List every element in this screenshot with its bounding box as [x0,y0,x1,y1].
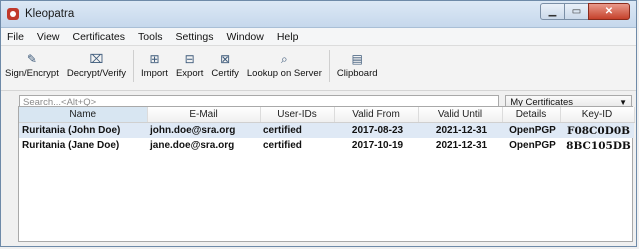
maximize-button[interactable]: ▭ [564,3,589,20]
clipboard-icon: ▤ [351,52,363,66]
toolbar-separator [133,50,135,82]
cell-key-id: 8BC105DB [566,139,631,152]
title-bar[interactable]: Kleopatra ▁ ▭ ✕ [1,1,636,28]
cell-user-ids: certified [263,140,302,151]
sign-encrypt-button[interactable]: ✎ Sign/Encrypt [1,50,63,79]
menu-help[interactable]: Help [271,31,306,43]
menu-tools[interactable]: Tools [132,31,170,43]
sign-encrypt-icon: ✎ [26,52,37,66]
import-label: Import [141,68,168,79]
menu-file[interactable]: File [1,31,31,43]
certificate-table: Name E-Mail User-IDs Valid From Valid Un… [18,106,635,242]
clipboard-button[interactable]: ▤ Clipboard [333,50,382,79]
menu-bar: File View Certificates Tools Settings Wi… [1,28,636,46]
cell-key-id: F08C0D0B [560,122,634,138]
column-header-email[interactable]: E-Mail [147,107,261,123]
cell-valid-from: 2017-10-19 [351,140,404,151]
minimize-button[interactable]: ▁ [540,3,565,20]
cell-details: OpenPGP [509,140,556,151]
lookup-on-server-label: Lookup on Server [246,68,322,79]
close-button[interactable]: ✕ [588,3,630,20]
column-header-key-id[interactable]: Key-ID [560,107,635,123]
sign-encrypt-label: Sign/Encrypt [5,68,59,79]
cell-name: Ruritania (John Doe) [19,122,147,138]
menu-certificates[interactable]: Certificates [67,31,133,43]
decrypt-verify-button[interactable]: ⌧ Decrypt/Verify [63,50,130,79]
import-icon: ⊞ [149,52,160,66]
column-header-name[interactable]: Name [19,107,148,123]
export-icon: ⊟ [184,52,195,66]
table-header: Name E-Mail User-IDs Valid From Valid Un… [19,107,635,123]
export-label: Export [175,68,204,79]
table-row[interactable]: Ruritania (Jane Doe) jane.doe@sra.org ce… [19,138,634,153]
cell-email: john.doe@sra.org [147,122,260,138]
cell-details: OpenPGP [502,122,560,138]
cell-valid-until: 2021-12-31 [435,140,488,151]
column-header-details[interactable]: Details [502,107,561,123]
window-title: Kleopatra [25,8,75,20]
toolbar-separator [328,50,330,82]
window-controls: ▁ ▭ ✕ [540,3,630,20]
cell-name: Ruritania (Jane Doe) [22,140,120,151]
table-row[interactable]: Ruritania (John Doe) john.doe@sra.org ce… [19,122,634,138]
cell-user-ids: certified [260,122,334,138]
decrypt-verify-label: Decrypt/Verify [66,68,127,79]
certify-button[interactable]: ⊠ Certify [207,50,242,79]
certify-icon: ⊠ [220,52,231,66]
lookup-on-server-button[interactable]: ⌕ Lookup on Server [243,50,326,80]
export-button[interactable]: ⊟ Export [172,50,207,79]
menu-settings[interactable]: Settings [170,31,221,43]
menu-window[interactable]: Window [220,31,270,43]
menu-view[interactable]: View [31,31,67,43]
search-icon: ⌕ [281,51,288,66]
column-header-valid-until[interactable]: Valid Until [418,107,503,123]
decrypt-verify-icon: ⌧ [89,52,104,66]
import-button[interactable]: ⊞ Import [137,50,172,79]
cell-valid-from: 2017-08-23 [334,122,418,138]
cell-email: jane.doe@sra.org [150,140,235,151]
column-header-valid-from[interactable]: Valid From [334,107,419,123]
kleopatra-app-icon [7,8,19,20]
toolbar: ✎ Sign/Encrypt ⌧ Decrypt/Verify ⊞ Import… [1,46,636,91]
cell-valid-until: 2021-12-31 [418,122,502,138]
certify-label: Certify [211,68,239,79]
clipboard-label: Clipboard [336,68,378,79]
column-header-user-ids[interactable]: User-IDs [260,107,335,123]
